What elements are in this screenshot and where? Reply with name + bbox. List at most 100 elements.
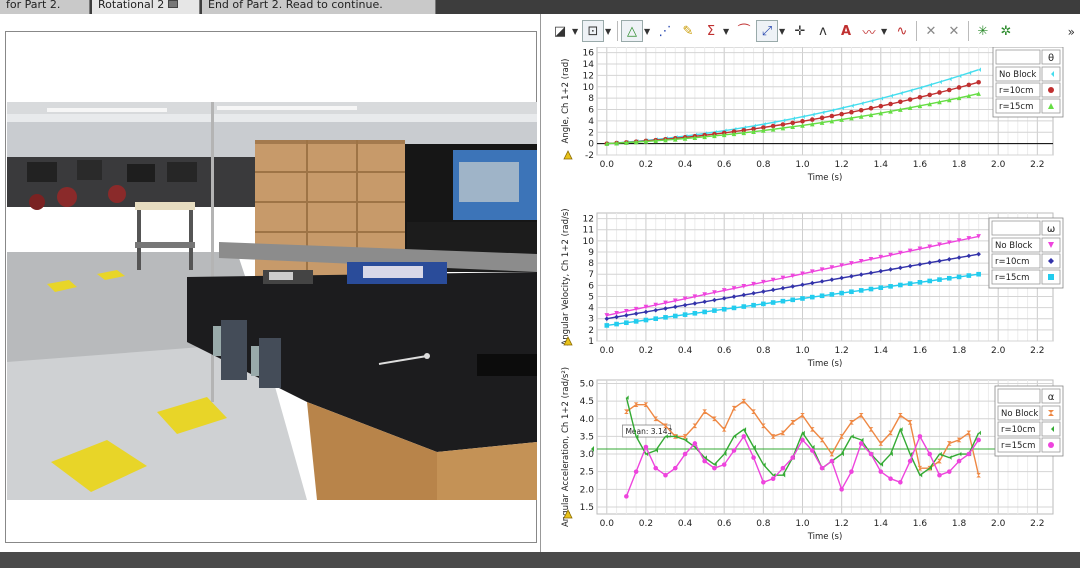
data-point bbox=[917, 280, 923, 285]
data-point bbox=[829, 113, 835, 119]
graph-options-dropdown[interactable]: ▼ bbox=[572, 20, 581, 42]
x-tick-label: 2.2 bbox=[1030, 519, 1044, 529]
data-point bbox=[888, 284, 893, 289]
data-point bbox=[790, 297, 796, 303]
x-tick-label: 1.0 bbox=[795, 346, 810, 356]
delete-point-icon[interactable]: ✕ bbox=[920, 20, 942, 42]
data-point bbox=[898, 479, 903, 485]
data-point bbox=[937, 277, 942, 282]
slope-icon[interactable]: ʌ bbox=[812, 20, 834, 42]
tab-label: End of Part 2. Read to continue. bbox=[208, 0, 383, 11]
legend-marker bbox=[1048, 274, 1054, 280]
data-point bbox=[907, 281, 913, 286]
restore-point-icon[interactable]: ✕ bbox=[943, 20, 965, 42]
y-tick-label: 6 bbox=[588, 281, 594, 291]
x-tick-label: 2.2 bbox=[1030, 346, 1044, 356]
data-point bbox=[731, 448, 737, 453]
data-point bbox=[682, 451, 688, 457]
legend: θ No Block r=10cm r=15cm bbox=[992, 47, 1064, 118]
x-tick-label: 0.8 bbox=[756, 346, 771, 356]
x-tick-label: 1.6 bbox=[913, 346, 928, 356]
data-point bbox=[878, 103, 884, 109]
y-tick-label: 8 bbox=[588, 94, 594, 104]
data-point bbox=[878, 285, 884, 290]
calculated-data-icon[interactable]: ✲ bbox=[995, 20, 1017, 42]
data-point bbox=[653, 465, 659, 471]
y-tick-label: 2.0 bbox=[580, 485, 595, 495]
noise-dropdown[interactable]: ▼ bbox=[881, 20, 890, 42]
x-tick-label: 2.2 bbox=[1030, 160, 1044, 170]
y-tick-label: 12 bbox=[583, 215, 594, 225]
data-point bbox=[849, 109, 854, 115]
y-tick-label: 3.0 bbox=[580, 450, 595, 460]
x-tick-label: 1.4 bbox=[874, 346, 889, 356]
examine-icon[interactable]: △ bbox=[621, 20, 643, 42]
data-point bbox=[849, 289, 854, 295]
x-tick-label: 1.2 bbox=[834, 160, 848, 170]
data-point bbox=[839, 111, 844, 117]
highlight-icon[interactable]: ✎ bbox=[677, 20, 699, 42]
graph-options-icon[interactable]: ◪ bbox=[549, 20, 571, 42]
select-data-icon[interactable]: ⊡ bbox=[582, 20, 604, 42]
x-tick-label: 1.2 bbox=[834, 519, 848, 529]
y-tick-label: 11 bbox=[583, 226, 594, 236]
legend-header-field bbox=[997, 388, 1041, 404]
noise-icon[interactable]: 〰 bbox=[858, 20, 880, 42]
data-point bbox=[721, 306, 727, 312]
y-tick-label: 14 bbox=[583, 60, 595, 70]
statistics-dropdown[interactable]: ▼ bbox=[723, 20, 732, 42]
data-point bbox=[751, 455, 756, 460]
select-data-dropdown[interactable]: ▼ bbox=[605, 20, 614, 42]
x-tick-label: 0.4 bbox=[678, 346, 693, 356]
data-point bbox=[966, 82, 972, 88]
smooth-icon[interactable]: ∿ bbox=[891, 20, 913, 42]
data-point bbox=[976, 271, 981, 277]
tangent-icon[interactable]: ⋰ bbox=[654, 20, 676, 42]
x-axis-title: Time (s) bbox=[807, 173, 843, 183]
data-point bbox=[946, 87, 952, 93]
examine-dropdown[interactable]: ▼ bbox=[644, 20, 653, 42]
more-tools-icon[interactable]: » bbox=[1068, 25, 1075, 39]
data-point bbox=[712, 465, 717, 471]
data-point bbox=[692, 310, 698, 316]
data-point bbox=[888, 101, 893, 107]
x-tick-label: 0.0 bbox=[600, 160, 615, 170]
add-coordinates-icon[interactable]: ✳ bbox=[972, 20, 994, 42]
x-tick-label: 0.0 bbox=[600, 519, 615, 529]
x-tick-label: 0.4 bbox=[678, 519, 693, 529]
data-point bbox=[858, 107, 864, 113]
data-point bbox=[966, 451, 972, 457]
legend-entry-label: No Block bbox=[999, 70, 1036, 80]
y-tick-label: 10 bbox=[583, 237, 595, 247]
crosshair-icon[interactable]: ✛ bbox=[789, 20, 811, 42]
curve-fit-icon[interactable]: ⤢ bbox=[756, 20, 778, 42]
annotation-icon[interactable]: A bbox=[835, 20, 857, 42]
data-point bbox=[809, 117, 815, 122]
data-point bbox=[868, 451, 874, 457]
data-point bbox=[721, 462, 727, 467]
legend-entry-label: r=10cm bbox=[999, 86, 1033, 96]
data-point bbox=[663, 472, 668, 478]
data-point bbox=[966, 273, 972, 278]
y-tick-label: 16 bbox=[583, 49, 595, 59]
data-point bbox=[761, 301, 766, 307]
tab-0[interactable]: for Part 2. bbox=[0, 0, 90, 14]
statistics-icon[interactable]: Σ bbox=[700, 20, 722, 42]
legend-header-field bbox=[995, 49, 1041, 65]
integral-icon[interactable]: ⏜ bbox=[733, 20, 755, 42]
data-point bbox=[849, 469, 854, 474]
x-tick-label: 1.4 bbox=[874, 160, 889, 170]
y-tick-label: 3.5 bbox=[580, 432, 594, 442]
legend-symbol: α bbox=[1048, 392, 1055, 403]
y-tick-label: 0 bbox=[588, 140, 594, 150]
y-tick-label: 9 bbox=[588, 248, 594, 258]
data-point bbox=[614, 321, 619, 327]
legend-entry-label: No Block bbox=[1001, 409, 1038, 419]
tab-1[interactable]: Rotational 2 bbox=[92, 0, 200, 14]
status-bar bbox=[0, 552, 1080, 568]
y-tick-label: 8 bbox=[588, 259, 594, 269]
tab-2[interactable]: End of Part 2. Read to continue. bbox=[202, 0, 436, 14]
curve-fit-dropdown[interactable]: ▼ bbox=[779, 20, 788, 42]
data-point bbox=[809, 448, 815, 453]
x-tick-label: 0.6 bbox=[717, 346, 732, 356]
